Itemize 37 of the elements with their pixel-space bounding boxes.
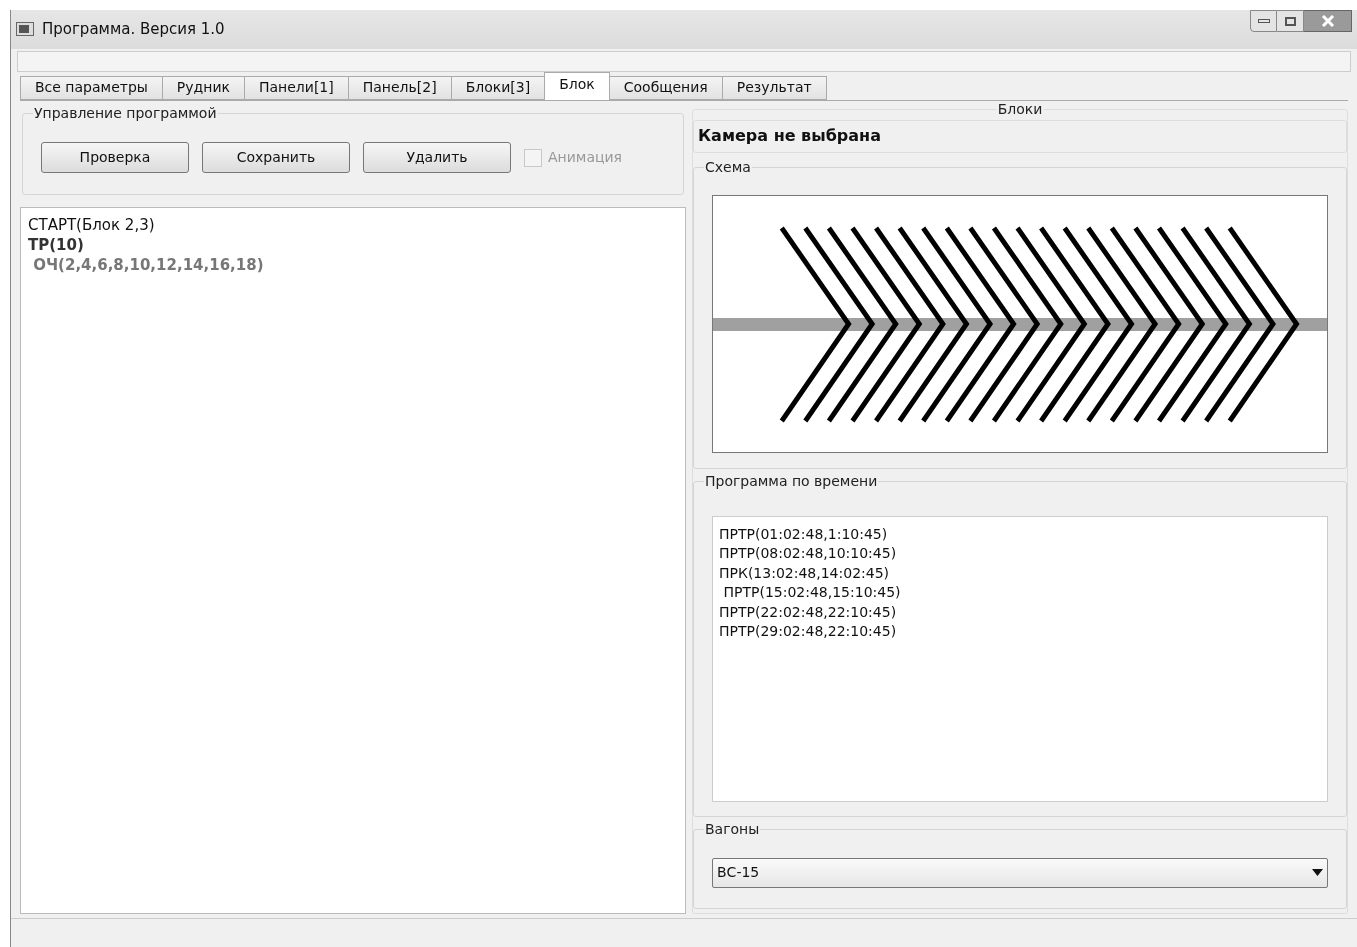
dropdown-arrow-icon bbox=[1312, 869, 1323, 877]
close-button[interactable] bbox=[1304, 10, 1352, 32]
group-title: Схема bbox=[704, 159, 752, 175]
group-title: Программа по времени bbox=[704, 473, 879, 489]
tab[interactable]: Результат bbox=[721, 76, 827, 100]
app-icon bbox=[16, 22, 34, 37]
schedule-text-area[interactable]: ПРТР(01:02:48,1:10:45) ПРТР(08:02:48,10:10:45) ПРК(13:02:48,14:02:45) ПРТР(15:02:48,15:10:45) ПРТР(22:02:48,22:10:45) ПРТР(29:02:48,22:10:45) bbox=[712, 516, 1328, 802]
tab[interactable]: Рудник bbox=[161, 76, 245, 100]
tab[interactable]: Сообщения bbox=[608, 76, 723, 100]
camera-status: Камера не выбрана bbox=[698, 125, 881, 148]
tab[interactable]: Панель[2] bbox=[347, 76, 452, 100]
action-button[interactable]: Сохранить bbox=[202, 142, 350, 174]
schedule-line: ПРТР(22:02:48,22:10:45) bbox=[719, 603, 898, 622]
group-title: Вагоны bbox=[704, 821, 761, 837]
window-title: Программа. Версия 1.0 bbox=[42, 19, 225, 41]
group-title: Управление программой bbox=[33, 105, 218, 121]
schedule-line: ПРТР(08:02:48,10:10:45) bbox=[719, 544, 898, 564]
wagon-dropdown[interactable]: ВС-15 bbox=[712, 858, 1328, 888]
program-text-area[interactable]: СТАРТ(Блок 2,3) ТР(10) ОЧ(2,4,6,8,10,12,14,16,18) bbox=[20, 207, 686, 914]
program-line: СТАРТ(Блок 2,3) bbox=[28, 215, 156, 235]
schedule-line: ПРК(13:02:48,14:02:45) bbox=[719, 564, 891, 583]
tab[interactable]: Блоки[3] bbox=[450, 76, 546, 100]
program-line: ОЧ(2,4,6,8,10,12,14,16,18) bbox=[32, 255, 265, 275]
schedule-line: ПРТР(15:02:48,15:10:45) bbox=[722, 583, 902, 603]
program-line: ТР(10) bbox=[28, 235, 85, 255]
minimize-button[interactable] bbox=[1250, 10, 1277, 32]
tab[interactable]: Панели[1] bbox=[243, 76, 349, 100]
tab[interactable]: Все параметры bbox=[20, 76, 163, 100]
maximize-button[interactable] bbox=[1277, 10, 1304, 32]
animation-label: Анимация bbox=[548, 148, 623, 168]
schedule-line: ПРТР(29:02:48,22:10:45) bbox=[719, 622, 898, 642]
tab[interactable]: Блок bbox=[544, 72, 610, 100]
group-title: Блоки bbox=[996, 101, 1044, 117]
action-button[interactable]: Проверка bbox=[41, 142, 189, 174]
close-icon bbox=[1320, 15, 1335, 27]
action-button[interactable]: Удалить bbox=[363, 142, 511, 174]
schedule-line: ПРТР(01:02:48,1:10:45) bbox=[719, 525, 889, 544]
